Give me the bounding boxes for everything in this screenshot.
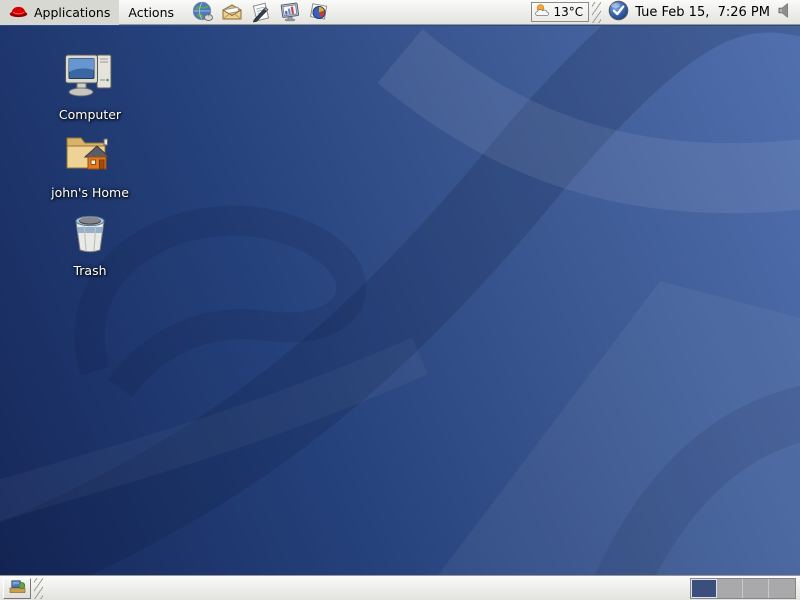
show-desktop-icon	[9, 579, 26, 597]
presentation-icon	[279, 1, 301, 23]
desktop-icon-home[interactable]: john's Home	[40, 130, 140, 200]
desktop-icon-label: john's Home	[51, 185, 129, 200]
actions-menu-label: Actions	[128, 5, 174, 20]
launcher-presentation[interactable]	[278, 0, 302, 24]
email-icon	[221, 1, 243, 23]
desktop-screen: Applications Actions	[0, 0, 800, 600]
weather-applet[interactable]: 13°C	[531, 2, 590, 22]
workspace-switcher	[690, 578, 796, 599]
word-processor-icon	[250, 1, 272, 23]
actions-menu[interactable]: Actions	[119, 0, 183, 25]
trash-icon	[68, 212, 112, 260]
weather-temperature: 13°C	[554, 5, 584, 19]
launcher-word-processor[interactable]	[249, 0, 273, 24]
show-desktop-button[interactable]	[3, 578, 31, 599]
clock-text: Tue Feb 15, 7:26 PM	[635, 5, 770, 20]
speaker-icon	[777, 2, 793, 23]
redhat-menu-icon	[9, 4, 28, 21]
desktop-wallpaper: Computer john's Home	[0, 26, 800, 575]
applications-menu-label: Applications	[34, 5, 110, 20]
desktop-icon-trash[interactable]: Trash	[40, 212, 140, 278]
launcher-email[interactable]	[220, 0, 244, 24]
launcher-spreadsheet[interactable]	[307, 0, 331, 24]
web-browser-icon	[192, 1, 214, 23]
weather-cloud-icon	[534, 3, 553, 21]
applications-menu[interactable]: Applications	[0, 0, 119, 25]
computer-icon	[64, 52, 116, 104]
clock-applet-handle[interactable]	[592, 2, 601, 23]
desktop-icon-label: Computer	[59, 107, 121, 122]
desktop-icon-computer[interactable]: Computer	[40, 52, 140, 122]
bottom-panel-handle[interactable]	[34, 578, 43, 599]
workspace-cell-4[interactable]	[769, 579, 795, 598]
panel-launchers	[191, 0, 331, 24]
workspace-cell-2[interactable]	[717, 579, 743, 598]
launcher-web-browser[interactable]	[191, 0, 215, 24]
desktop-icon-label: Trash	[73, 263, 106, 278]
bottom-panel	[0, 575, 800, 600]
clock-applet[interactable]: Tue Feb 15, 7:26 PM	[604, 0, 774, 25]
workspace-cell-1[interactable]	[691, 579, 717, 598]
spreadsheet-icon	[308, 1, 330, 23]
workspace-cell-3[interactable]	[743, 579, 769, 598]
clock-check-icon	[608, 0, 629, 25]
home-folder-icon	[63, 130, 117, 182]
top-panel: Applications Actions	[0, 0, 800, 25]
volume-applet[interactable]	[774, 2, 800, 23]
